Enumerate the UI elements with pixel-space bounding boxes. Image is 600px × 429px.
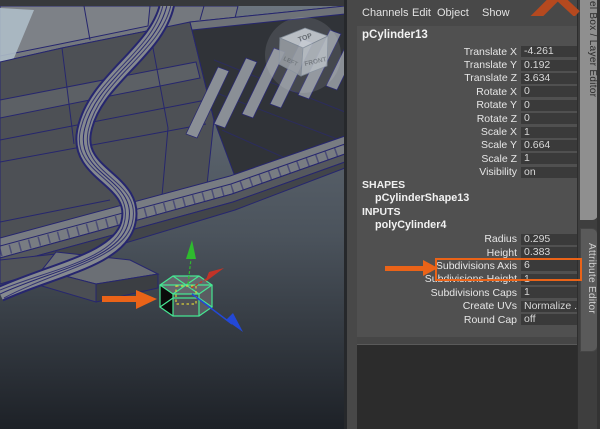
channel-row-scale-x: Scale X 1 <box>357 125 577 138</box>
channel-value-field[interactable]: 6 <box>521 260 577 272</box>
shape-node-name[interactable]: pCylinderShape13 <box>357 192 577 205</box>
channel-label[interactable]: Radius <box>357 233 521 245</box>
channel-value-field[interactable]: 0.664 <box>521 139 577 151</box>
channel-label[interactable]: Scale X <box>357 126 521 138</box>
channel-label[interactable]: Rotate X <box>357 86 521 98</box>
channel-label[interactable]: Rotate Y <box>357 99 521 111</box>
channel-value-field[interactable]: 0 <box>521 113 577 125</box>
viewcube[interactable]: TOP LEFT FRONT <box>265 17 341 93</box>
channel-value-field[interactable]: Normalize ... <box>521 300 577 312</box>
channel-value-field[interactable]: 0.383 <box>521 247 577 259</box>
channel-row-rotate-z: Rotate Z 0 <box>357 112 577 125</box>
channel-row-translate-z: Translate Z 3.634 <box>357 72 577 85</box>
panel-annotation-arrow-head <box>423 260 438 276</box>
channel-label[interactable]: Translate Y <box>357 59 521 71</box>
inputs-section-header: INPUTS <box>362 205 401 218</box>
panel-divider <box>357 337 577 344</box>
channel-value-field[interactable]: 1 <box>521 273 577 285</box>
channel-row-rotate-y: Rotate Y 0 <box>357 99 577 112</box>
channel-value-field[interactable]: 3.634 <box>521 72 577 84</box>
channel-value-field[interactable]: 0.295 <box>521 233 577 245</box>
menu-edit[interactable]: Edit <box>412 7 431 19</box>
channel-row-subdivisions-height: Subdivisions Height 1 <box>357 273 577 286</box>
channel-value-field[interactable]: 0 <box>521 99 577 111</box>
channel-row-translate-x: Translate X -4.261 <box>357 45 577 58</box>
channel-value-field[interactable]: 1 <box>521 126 577 138</box>
channel-value-field[interactable]: 1 <box>521 287 577 299</box>
viewport-3d[interactable]: TOP LEFT FRONT <box>0 0 370 429</box>
channel-row-round-cap: Round Cap off <box>357 313 577 326</box>
channel-label[interactable]: Scale Y <box>357 139 521 151</box>
channel-value-field[interactable]: 0.192 <box>521 59 577 71</box>
channel-box-panel: Channels Edit Object Show pCylinder13 Tr… <box>347 0 582 429</box>
channel-box-list: pCylinder13 Translate X -4.261 Translate… <box>357 26 577 337</box>
menu-channels[interactable]: Channels <box>362 7 408 19</box>
channel-label[interactable]: Height <box>357 247 521 259</box>
channel-row-create-uvs: Create UVs Normalize ... <box>357 299 577 312</box>
channel-value-field[interactable]: 1 <box>521 153 577 165</box>
channel-value-field[interactable]: on <box>521 166 577 178</box>
channel-row-scale-y: Scale Y 0.664 <box>357 139 577 152</box>
channel-value-field[interactable]: off <box>521 314 577 325</box>
channel-label[interactable]: Visibility <box>357 166 521 178</box>
channel-row-translate-y: Translate Y 0.192 <box>357 58 577 71</box>
channel-label[interactable]: Translate X <box>357 46 521 58</box>
channel-value-field[interactable]: 0 <box>521 86 577 98</box>
channel-label[interactable]: Create UVs <box>357 300 521 312</box>
viewport-scene: TOP LEFT FRONT <box>0 0 370 429</box>
channel-label[interactable]: Scale Z <box>357 153 521 165</box>
object-name[interactable]: pCylinder13 <box>357 26 577 45</box>
menu-object[interactable]: Object <box>437 7 469 19</box>
tab-channel-box-layer-editor[interactable]: Channel Box / Layer Editor <box>580 0 598 220</box>
maya-window: TOP LEFT FRONT Channels Edit Object Show… <box>0 0 600 429</box>
channel-row-scale-z: Scale Z 1 <box>357 152 577 165</box>
shapes-section-header: SHAPES <box>362 178 406 191</box>
channel-row-subdivisions-caps: Subdivisions Caps 1 <box>357 286 577 299</box>
channel-label[interactable]: Translate Z <box>357 72 521 84</box>
menu-show[interactable]: Show <box>482 7 510 19</box>
channel-label[interactable]: Subdivisions Caps <box>357 287 521 299</box>
tab-attribute-editor[interactable]: Attribute Editor <box>580 228 598 352</box>
panel-annotation-arrow <box>385 266 425 271</box>
channel-row-radius: Radius 0.295 <box>357 232 577 245</box>
layer-editor-area[interactable] <box>357 344 577 429</box>
selected-cylinder[interactable] <box>158 275 214 317</box>
channel-row-visibility: Visibility on <box>357 166 577 179</box>
channel-row-height: Height 0.383 <box>357 246 577 259</box>
channel-label[interactable]: Subdivisions Height <box>357 273 521 285</box>
viewport-top-strip <box>0 0 347 6</box>
channel-row-rotate-x: Rotate X 0 <box>357 85 577 98</box>
channel-label[interactable]: Rotate Z <box>357 113 521 125</box>
channel-label[interactable]: Subdivisions Axis <box>357 260 521 272</box>
channel-box-menubar: Channels Edit Object Show <box>347 0 577 26</box>
input-node-name[interactable]: polyCylinder4 <box>357 219 577 232</box>
channel-value-field[interactable]: -4.261 <box>521 46 577 58</box>
channel-label[interactable]: Round Cap <box>357 314 521 326</box>
